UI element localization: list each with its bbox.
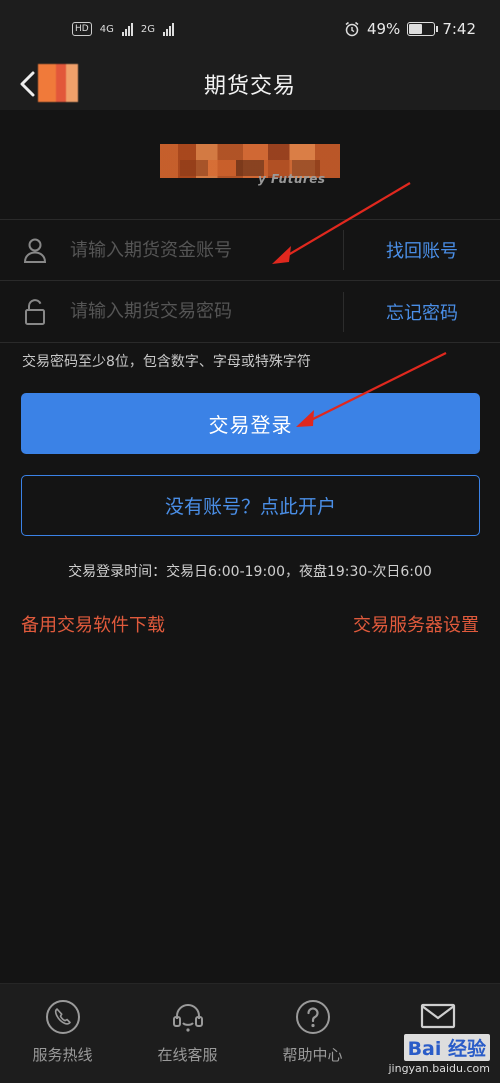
clock: 7:42: [442, 20, 476, 38]
status-right: 49% 7:42: [344, 20, 476, 38]
brand-logo: y Futures: [150, 140, 350, 190]
brand-subtitle: y Futures: [258, 172, 326, 186]
mail-icon: [419, 998, 457, 1036]
server-settings-link[interactable]: 交易服务器设置: [353, 611, 479, 637]
login-button[interactable]: 交易登录: [21, 393, 480, 454]
forgot-password-link[interactable]: 忘记密码: [344, 299, 500, 325]
headset-icon: [169, 998, 207, 1036]
user-icon: [0, 237, 70, 263]
backup-download-link[interactable]: 备用交易软件下载: [21, 611, 165, 637]
help-icon: [294, 998, 332, 1036]
lock-icon: [0, 298, 70, 326]
net-4g-label: 4G: [99, 23, 114, 35]
signal-icon: [121, 22, 133, 36]
net-2g-label: 2G: [140, 23, 155, 35]
baidu-jingyan-watermark: Bai 经验 jingyan.baidu.com: [388, 1034, 490, 1075]
watermark-sub: jingyan.baidu.com: [388, 1062, 490, 1075]
app-header: 期货交易: [0, 58, 500, 110]
password-hint: 交易密码至少8位，包含数字、字母或特殊字符: [22, 354, 311, 370]
open-account-button[interactable]: 没有账号？点此开户: [21, 475, 480, 536]
password-row: 忘记密码: [0, 281, 500, 343]
nav-label: 服务热线: [32, 1046, 93, 1064]
nav-item-help-center[interactable]: 帮助中心: [250, 984, 375, 1083]
network-indicators: HD 4G 2G: [72, 22, 174, 36]
battery-percent: 49%: [366, 20, 401, 38]
account-row: 找回账号: [0, 219, 500, 281]
nav-item-hotline[interactable]: 服务热线: [0, 984, 125, 1083]
hd-badge: HD: [72, 22, 92, 36]
password-input[interactable]: [70, 291, 343, 332]
app-logo-blurred: [38, 64, 78, 102]
signal-icon-2: [162, 22, 174, 36]
phone-icon: [44, 998, 82, 1036]
account-input[interactable]: [70, 230, 343, 270]
recover-account-link[interactable]: 找回账号: [344, 237, 500, 263]
alarm-icon: [345, 21, 359, 37]
watermark-main: Bai 经验: [403, 1034, 490, 1061]
nav-item-online-service[interactable]: 在线客服: [125, 984, 250, 1083]
battery-icon: [407, 22, 439, 36]
nav-label: 在线客服: [157, 1046, 218, 1064]
nav-label: 帮助中心: [282, 1046, 343, 1064]
status-bar: HD 4G 2G 49% 7:42: [0, 0, 500, 58]
login-time-note: 交易登录时间：交易日6:00-19:00，夜盘19:30-次日6:00: [68, 564, 432, 580]
page-title: 期货交易: [203, 74, 296, 99]
login-screen: HD 4G 2G 49% 7:42 期货交易 y Futures 请输入期货资金…: [0, 0, 500, 1083]
